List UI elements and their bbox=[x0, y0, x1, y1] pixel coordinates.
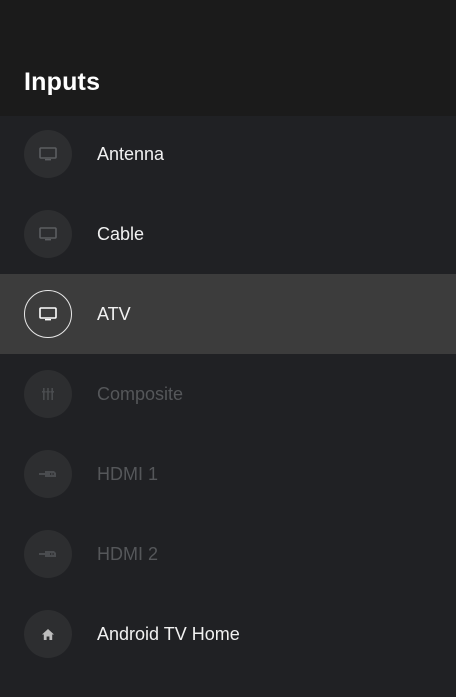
input-label: ATV bbox=[97, 304, 131, 324]
input-label: Composite bbox=[97, 384, 184, 404]
hdmi-icon bbox=[39, 549, 57, 559]
composite-icon bbox=[41, 387, 55, 401]
input-icon-badge bbox=[24, 290, 72, 338]
input-label: HDMI 2 bbox=[97, 544, 159, 564]
input-icon-badge bbox=[24, 210, 72, 258]
tv-icon bbox=[39, 227, 57, 241]
input-icon-badge bbox=[24, 610, 72, 658]
input-label: Cable bbox=[97, 224, 145, 244]
panel-header: Inputs bbox=[0, 0, 456, 116]
inputs-panel: Inputs Antenna Cable ATV Composite HDMI … bbox=[0, 0, 456, 697]
input-icon-badge bbox=[24, 530, 72, 578]
input-label: Antenna bbox=[97, 144, 165, 164]
tv-icon bbox=[39, 147, 57, 161]
input-icon-badge bbox=[24, 370, 72, 418]
input-label: HDMI 1 bbox=[97, 464, 159, 484]
input-item-antenna[interactable]: Antenna bbox=[0, 114, 456, 194]
tv-icon bbox=[39, 307, 57, 321]
inputs-list: Antenna Cable ATV Composite HDMI 1 HDMI … bbox=[0, 114, 456, 674]
input-item-composite[interactable]: Composite bbox=[0, 354, 456, 434]
input-item-atv[interactable]: ATV bbox=[0, 274, 456, 354]
input-item-hdmi-2[interactable]: HDMI 2 bbox=[0, 514, 456, 594]
panel-title: Inputs bbox=[24, 68, 101, 96]
input-label: Android TV Home bbox=[97, 624, 240, 644]
input-icon-badge bbox=[24, 450, 72, 498]
input-item-hdmi-1[interactable]: HDMI 1 bbox=[0, 434, 456, 514]
input-item-cable[interactable]: Cable bbox=[0, 194, 456, 274]
hdmi-icon bbox=[39, 469, 57, 479]
input-item-android-tv-home[interactable]: Android TV Home bbox=[0, 594, 456, 674]
home-icon bbox=[41, 628, 55, 641]
input-icon-badge bbox=[24, 130, 72, 178]
